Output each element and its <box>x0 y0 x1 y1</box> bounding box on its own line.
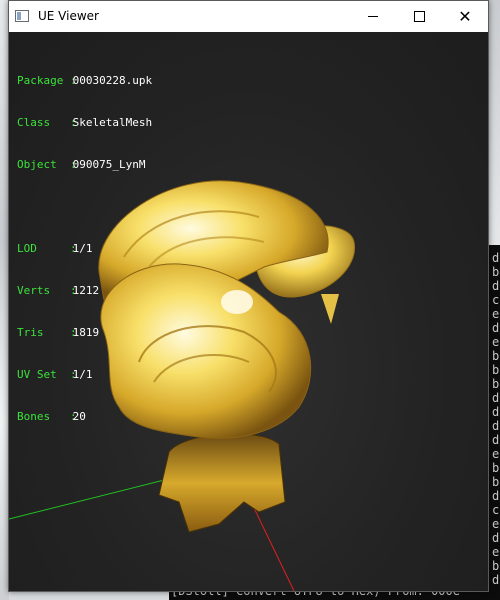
maximize-button[interactable] <box>396 1 442 32</box>
mesh-glow <box>221 290 253 314</box>
info-row-tris: Tris : 1819 <box>17 326 152 340</box>
close-icon: ✕ <box>458 6 472 26</box>
object-value: 090075_LynM <box>72 158 146 171</box>
class-value: SkeletalMesh <box>72 116 153 129</box>
minimize-icon <box>368 16 378 17</box>
tris-label: Tris : <box>17 326 77 339</box>
desktop-background-right <box>488 0 500 245</box>
info-row-class: Class : SkeletalMesh <box>17 116 152 130</box>
verts-value: 1212 <box>72 284 100 297</box>
ue-viewer-window: UE Viewer ✕ Package: 00030228.upk Class… <box>8 0 489 592</box>
info-row-bones: Bones : 20 <box>17 410 152 424</box>
axis-x-line <box>253 507 295 591</box>
info-row-object: Object : 090075_LynM <box>17 158 152 172</box>
class-label: Class : <box>17 116 77 129</box>
window-title: UE Viewer <box>38 9 99 23</box>
mesh-info-panel: Package : 00030228.upk Class : SkeletalM… <box>17 46 152 452</box>
uvset-value: 1/1 <box>72 368 93 381</box>
lod-label: LOD : <box>17 242 77 255</box>
tris-value: 1819 <box>72 326 100 339</box>
mesh-drip <box>321 294 339 324</box>
mesh-stump <box>158 433 286 533</box>
info-row-verts: Verts : 1212 <box>17 284 152 298</box>
verts-label: Verts : <box>17 284 77 297</box>
object-label: Object : <box>17 158 77 171</box>
lod-value: 1/1 <box>72 242 93 255</box>
bones-value: 20 <box>72 410 86 423</box>
maximize-icon <box>413 11 425 22</box>
axis-y-line <box>9 474 185 520</box>
close-button[interactable]: ✕ <box>442 1 488 32</box>
minimize-button[interactable] <box>350 1 396 32</box>
info-row-lod: LOD : 1/1 <box>17 242 152 256</box>
package-value: 00030228.upk <box>72 74 153 87</box>
info-row-uvset: UV Set : 1/1 <box>17 368 152 382</box>
app-icon <box>15 10 29 22</box>
package-label: Package : <box>17 74 77 87</box>
info-row-package: Package : 00030228.upk <box>17 74 152 88</box>
uvset-label: UV Set : <box>17 368 77 381</box>
background-console-window: d b d c e d e b b b d d d d e b b d c e … <box>488 245 500 600</box>
3d-viewport[interactable]: Package : 00030228.upk Class : SkeletalM… <box>9 32 488 591</box>
bones-label: Bones : <box>17 410 77 423</box>
title-bar[interactable]: UE Viewer ✕ <box>9 1 488 32</box>
